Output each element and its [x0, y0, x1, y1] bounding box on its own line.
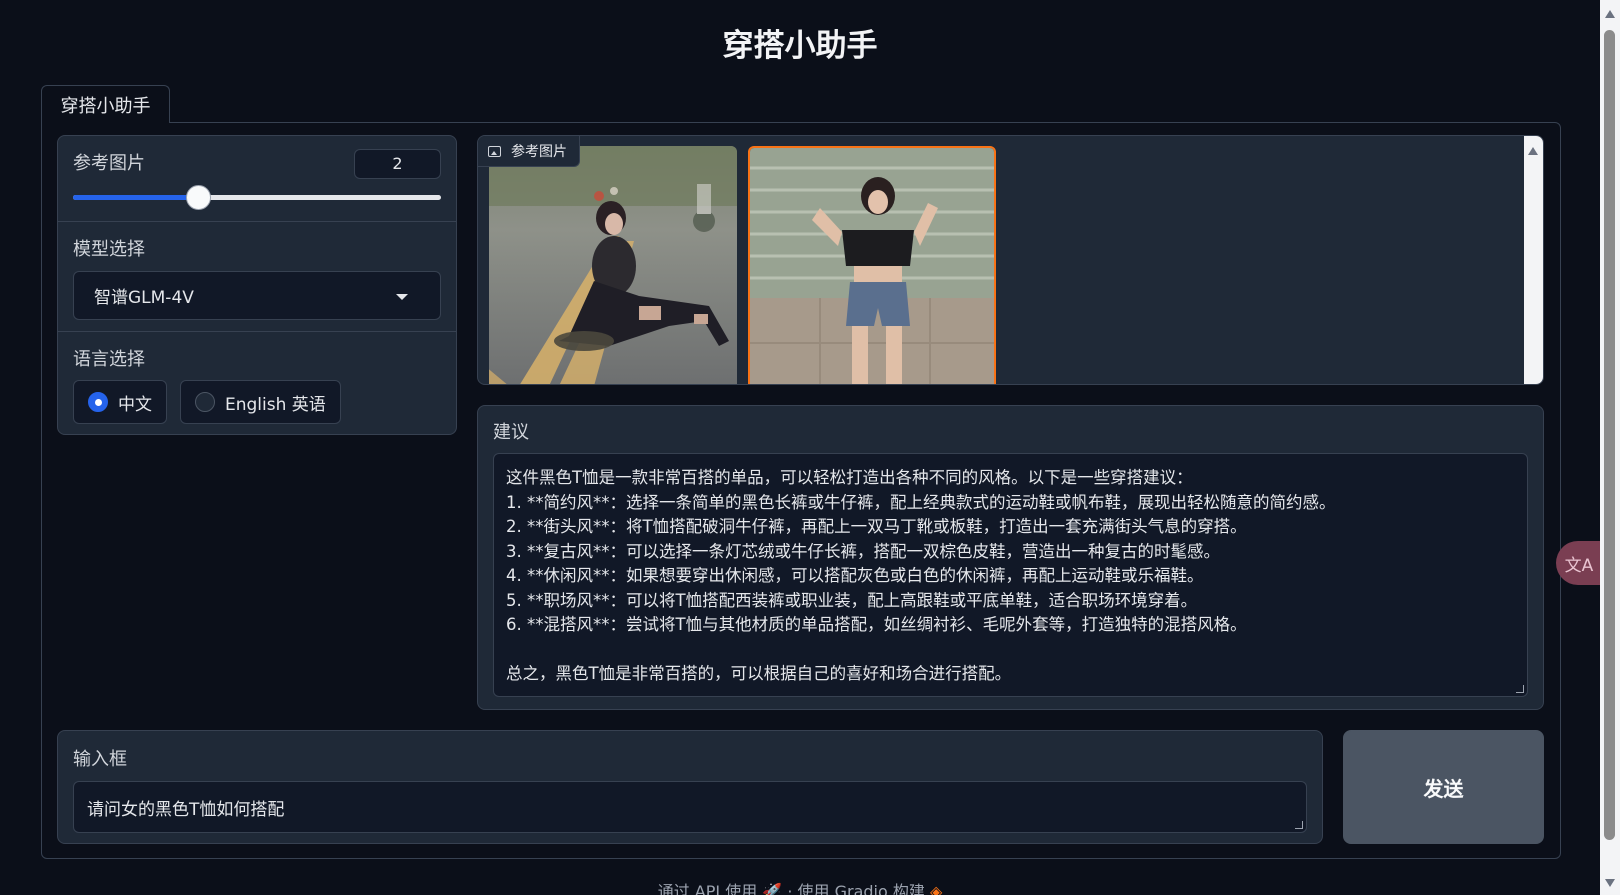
radio-selected-icon — [88, 392, 108, 412]
language-select-block: 语言选择 中文 English 英语 — [58, 331, 456, 436]
scrollbar-thumb[interactable] — [1604, 30, 1615, 840]
image-icon — [488, 145, 501, 157]
question-input-value: 请问女的黑色T恤如何搭配 — [87, 799, 285, 820]
advice-textarea[interactable]: 这件黑色T恤是一款非常百搭的单品，可以轻松打造出各种不同的风格。以下是一些穿搭建… — [493, 453, 1528, 697]
language-select-label: 语言选择 — [73, 349, 145, 370]
tab-outfit-assistant[interactable]: 穿搭小助手 — [41, 85, 170, 123]
radio-chinese[interactable]: 中文 — [73, 380, 167, 424]
input-label: 输入框 — [73, 749, 127, 770]
app-title: 穿搭小助手 — [722, 28, 878, 64]
page-scrollbar[interactable] — [1600, 0, 1620, 895]
chevron-down-icon — [396, 294, 408, 300]
ref-images-slider-block: 参考图片 2 — [58, 136, 456, 221]
api-link[interactable]: 通过 API 使用 — [658, 882, 758, 895]
advice-line: 5. **职场风**：可以将T恤搭配西装裤或职业装，配上高跟鞋或平底单鞋，适合职… — [506, 590, 1198, 610]
advice-label: 建议 — [493, 422, 529, 443]
model-dropdown-value: 智谱GLM-4V — [94, 288, 194, 308]
footer: 通过 API 使用 🚀 · 使用 Gradio 构建 ◈ — [0, 878, 1600, 895]
advice-line — [506, 638, 1515, 663]
gallery-label-text: 参考图片 — [511, 144, 567, 160]
model-select-block: 模型选择 智谱GLM-4V — [58, 221, 456, 331]
advice-line: 总之，黑色T恤是非常百搭的，可以根据自己的喜好和场合进行搭配。 — [506, 664, 1012, 683]
footer-separator: · — [787, 882, 793, 895]
gallery-thumbnail-1[interactable] — [489, 146, 737, 384]
slider-handle[interactable] — [186, 185, 212, 210]
advice-line: 6. **混搭风**：尝试将T恤与其他材质的单品搭配，如丝绸衬衫、毛呢外套等，打… — [506, 615, 1247, 634]
radio-english-label: English 英语 — [225, 394, 326, 415]
radio-unselected-icon — [195, 392, 215, 412]
radio-chinese-label: 中文 — [118, 394, 152, 415]
rocket-icon: 🚀 — [762, 882, 783, 895]
gallery-scrollbar[interactable] — [1524, 136, 1543, 384]
advice-panel: 建议 这件黑色T恤是一款非常百搭的单品，可以轻松打造出各种不同的风格。以下是一些… — [477, 405, 1544, 710]
reference-gallery: 参考图片 — [477, 135, 1544, 385]
ref-images-slider[interactable] — [73, 185, 441, 210]
advice-line: 这件黑色T恤是一款非常百搭的单品，可以轻松打造出各种不同的风格。以下是一些穿搭建… — [506, 468, 1193, 487]
gradio-link[interactable]: 使用 Gradio 构建 — [798, 882, 925, 895]
advice-line: 1. **简约风**：选择一条简单的黑色长裤或牛仔裤，配上经典款式的运动鞋或帆布… — [506, 492, 1336, 512]
translate-icon[interactable]: 文A — [1556, 541, 1602, 585]
model-dropdown[interactable]: 智谱GLM-4V — [73, 271, 441, 320]
scroll-up-icon[interactable] — [1605, 10, 1615, 18]
advice-line: 3. **复古风**：可以选择一条灯芯绒或牛仔长裤，搭配一双棕色皮鞋，营造出一种… — [506, 541, 1220, 561]
resize-handle-icon[interactable] — [1516, 685, 1524, 693]
question-input[interactable]: 请问女的黑色T恤如何搭配 — [73, 781, 1307, 833]
gallery-thumbnail-2[interactable] — [748, 146, 996, 384]
advice-line: 4. **休闲风**：如果想要穿出休闲感，可以搭配灰色或白色的休闲裤，再配上运动… — [506, 566, 1204, 585]
model-select-label: 模型选择 — [73, 239, 145, 260]
ref-images-number-input[interactable]: 2 — [354, 149, 441, 179]
advice-line: 2. **街头风**：将T恤搭配破洞牛仔裤，再配上一双马丁靴或板鞋，打造出一套充… — [506, 517, 1247, 536]
scroll-down-icon[interactable] — [1605, 879, 1615, 887]
gradio-logo-icon: ◈ — [929, 882, 943, 895]
gallery-label: 参考图片 — [478, 136, 580, 167]
ref-images-label: 参考图片 — [73, 153, 145, 174]
radio-english[interactable]: English 英语 — [180, 380, 341, 424]
send-button[interactable]: 发送 — [1343, 730, 1544, 844]
resize-handle-icon[interactable] — [1295, 821, 1303, 829]
input-panel: 输入框 请问女的黑色T恤如何搭配 — [57, 730, 1323, 844]
slider-fill — [73, 195, 199, 200]
settings-panel: 参考图片 2 模型选择 智谱GLM-4V 语言选择 中文 English 英语 — [57, 135, 457, 435]
